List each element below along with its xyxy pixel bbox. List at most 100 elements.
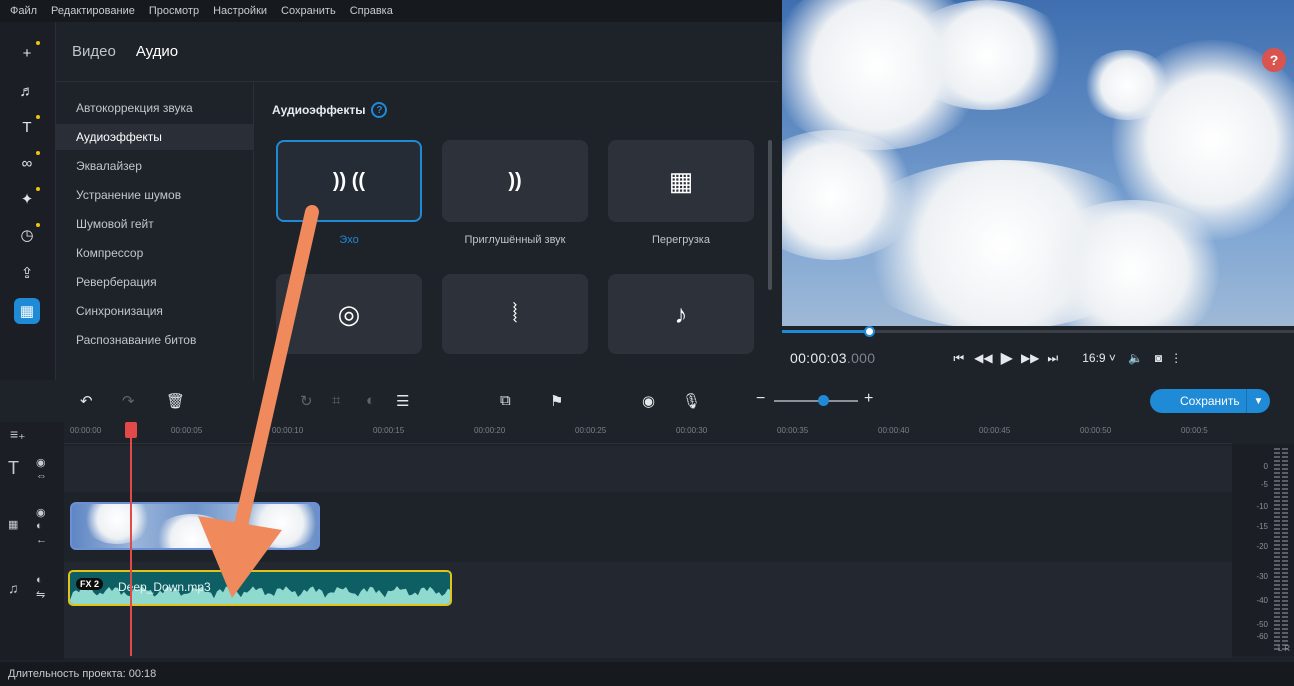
meter-label: -50 <box>1256 620 1268 629</box>
menu-file[interactable]: Файл <box>10 5 37 17</box>
step-forward-icon[interactable]: ▶▶ <box>1021 351 1039 365</box>
snapshot-icon[interactable]: ◙ <box>1155 351 1162 365</box>
title-track-icon: T <box>8 458 19 478</box>
zoom-knob[interactable] <box>818 395 829 406</box>
audio-track-link-icon[interactable]: ⇋ <box>36 588 45 601</box>
panel-tabs: Видео Аудио <box>56 22 778 82</box>
effect-tile-muffled[interactable]: )) <box>442 140 588 222</box>
ruler-tick-label: 00:00:10 <box>272 426 304 435</box>
crop-icon[interactable]: ⌗ <box>332 392 340 409</box>
effect-label-muffled: Приглушённый звук <box>464 234 566 246</box>
save-button[interactable]: Сохранить ▼ <box>1150 389 1270 413</box>
more-tools-icon[interactable]: ▦ <box>14 298 40 324</box>
add-track-icon[interactable]: ≡₊ <box>10 426 26 443</box>
play-icon[interactable]: ▶ <box>1001 348 1013 368</box>
effect-tile-vibration[interactable]: ⦚ <box>442 274 588 354</box>
ruler-tick-label: 00:00:35 <box>777 426 809 435</box>
zoom-slider[interactable]: − + <box>756 390 881 408</box>
filters-icon[interactable]: ✦ <box>14 186 40 212</box>
category-compressor[interactable]: Компрессор <box>56 240 253 266</box>
ruler-tick-label: 00:00:50 <box>1080 426 1112 435</box>
category-noise-removal[interactable]: Устранение шумов <box>56 182 253 208</box>
undo-icon[interactable]: ↶ <box>80 392 93 410</box>
meter-label: -30 <box>1256 572 1268 581</box>
help-circle-icon[interactable]: ? <box>371 102 388 118</box>
audio-clip[interactable]: FX 2 Deep_Down.mp3 <box>68 570 452 606</box>
ruler-tick-label: 00:00:00 <box>70 426 102 435</box>
notes-icon: ♪ <box>674 298 688 329</box>
menu-edit[interactable]: Редактирование <box>51 5 135 17</box>
ruler-tick-label: 00:00:30 <box>676 426 708 435</box>
title-track-link-icon[interactable]: ⇔ <box>36 470 47 482</box>
menu-settings[interactable]: Настройки <box>213 5 267 17</box>
category-beat-detection[interactable]: Распознавание битов <box>56 327 253 353</box>
effect-tile-echo[interactable]: )) (( <box>276 140 422 222</box>
skip-end-icon[interactable]: ⏭ <box>1047 351 1058 366</box>
effect-label-overdrive: Перегрузка <box>652 234 710 246</box>
category-list: Автокоррекция звука Аудиоэффекты Эквалай… <box>56 82 254 380</box>
add-files-icon[interactable]: + <box>14 40 40 66</box>
video-track-arrow-icon[interactable]: ← <box>36 534 47 546</box>
meter-label: -60 <box>1256 632 1268 641</box>
color-adjust-icon[interactable]: ◐ <box>366 392 375 409</box>
menu-help[interactable]: Справка <box>350 5 393 17</box>
video-clip[interactable] <box>70 502 320 550</box>
timeline-ruler[interactable]: 00:00:00 00:00:05 00:00:10 00:00:15 00:00:20… <box>64 422 1232 444</box>
transitions-icon[interactable]: ∞ <box>14 150 40 176</box>
playhead[interactable] <box>130 430 132 656</box>
video-preview <box>782 0 1294 326</box>
track-header: ≡₊ T ◉ ⇔ ▦ ◉ ◐ ← ♫ ◐ ⇋ <box>0 422 64 660</box>
timecode: 00:00:03.000 <box>790 350 876 366</box>
help-button[interactable]: ? <box>1262 48 1286 72</box>
category-equalizer[interactable]: Эквалайзер <box>56 153 253 179</box>
zoom-in-icon[interactable]: + <box>864 390 873 408</box>
import-icon[interactable]: ⇪ <box>14 260 40 286</box>
save-options-chevron-icon[interactable]: ▼ <box>1246 389 1270 413</box>
webcam-icon[interactable]: ◉ <box>642 392 655 410</box>
effects-scrollbar[interactable] <box>768 140 772 290</box>
ruler-tick-label: 00:00:45 <box>979 426 1011 435</box>
effect-tile-spiral[interactable]: ◎ <box>276 274 422 354</box>
video-track-visibility-icon[interactable]: ◉ <box>36 506 46 519</box>
category-reverb[interactable]: Реверберация <box>56 269 253 295</box>
aspect-ratio-select[interactable]: 16:9 ˅ <box>1082 351 1116 365</box>
effect-tile-notes[interactable]: ♪ <box>608 274 754 354</box>
more-icon[interactable]: ⋮ <box>1170 351 1182 365</box>
title-track[interactable] <box>64 446 1232 492</box>
menu-save[interactable]: Сохранить <box>281 5 336 17</box>
timeline-toolbar: ↶ ↷ 🗑 ↻ ⌗ ◐ ☰ ⧉ ⚑ ◉ 🎙 − + <box>56 380 1294 422</box>
player-controls: 00:00:03.000 ⏮ ◀◀ ▶ ▶▶ ⏭ 16:9 ˅ 🔈 ◙ ⋮ <box>782 336 1294 380</box>
skip-start-icon[interactable]: ⏮ <box>953 351 964 366</box>
clip-properties-icon[interactable]: ☰ <box>396 392 409 410</box>
meter-label: -20 <box>1256 542 1268 551</box>
microphone-icon[interactable]: 🎙 <box>682 392 701 410</box>
audio-level-meter: 0 -5 -10 -15 -20 -30 -40 -50 -60 L R <box>1232 444 1294 656</box>
category-sync[interactable]: Синхронизация <box>56 298 253 324</box>
video-track-mute-icon[interactable]: ◐ <box>36 520 43 532</box>
stickers-icon[interactable]: ◷ <box>14 222 40 248</box>
vibration-icon: ⦚ <box>512 298 518 328</box>
tab-audio[interactable]: Аудио <box>136 43 178 60</box>
step-back-icon[interactable]: ◀◀ <box>974 351 992 365</box>
marker-icon[interactable]: ⚑ <box>550 392 563 410</box>
overlay-icon[interactable]: ⧉ <box>500 392 511 409</box>
spiral-icon: ◎ <box>337 298 361 329</box>
seek-bar[interactable] <box>782 326 1294 337</box>
category-noise-gate[interactable]: Шумовой гейт <box>56 211 253 237</box>
effect-tile-overdrive[interactable]: ▦ <box>608 140 754 222</box>
delete-icon[interactable]: 🗑 <box>166 392 185 410</box>
rotate-icon[interactable]: ↻ <box>300 392 313 410</box>
category-audio-effects[interactable]: Аудиоэффекты <box>56 124 253 150</box>
redo-icon[interactable]: ↷ <box>122 392 135 410</box>
titles-icon[interactable]: T <box>14 114 40 140</box>
tab-video[interactable]: Видео <box>72 43 116 60</box>
audio-track-mute-icon[interactable]: ◐ <box>36 574 43 586</box>
ruler-tick-label: 00:00:05 <box>171 426 203 435</box>
zoom-out-icon[interactable]: − <box>756 390 765 408</box>
meter-label: 0 <box>1263 462 1268 471</box>
music-icon[interactable]: ♬ <box>14 78 40 104</box>
category-auto-correction[interactable]: Автокоррекция звука <box>56 95 253 121</box>
volume-icon[interactable]: 🔈 <box>1128 351 1143 365</box>
title-track-visibility-icon[interactable]: ◉ <box>36 456 46 469</box>
menu-view[interactable]: Просмотр <box>149 5 199 17</box>
